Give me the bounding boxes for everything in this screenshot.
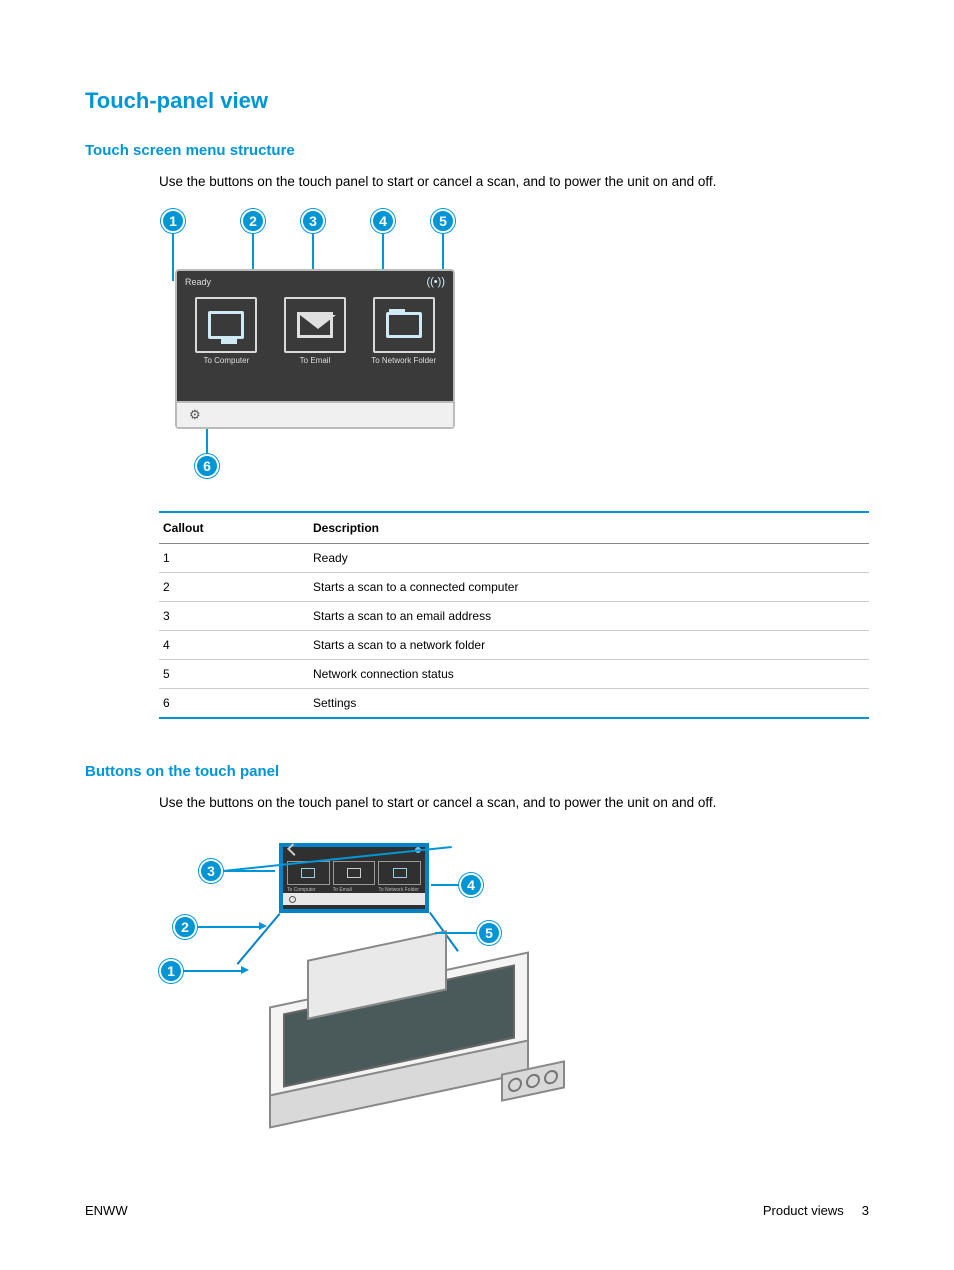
table-cell: 1 bbox=[159, 543, 309, 572]
table-row: 1 Ready bbox=[159, 543, 869, 572]
figure-touch-panel: 1 2 3 4 5 Ready ((•)) To Computer To Ema… bbox=[159, 209, 469, 489]
callout-badge-1: 1 bbox=[159, 959, 183, 983]
screen-tile-computer bbox=[287, 861, 330, 885]
table-cell: 5 bbox=[159, 659, 309, 688]
table-row: 5 Network connection status bbox=[159, 659, 869, 688]
callout-badge-4: 4 bbox=[371, 209, 395, 233]
table-cell: 2 bbox=[159, 572, 309, 601]
table-cell: Settings bbox=[309, 688, 869, 718]
table-row: 4 Starts a scan to a network folder bbox=[159, 630, 869, 659]
tile-to-computer: To Computer bbox=[185, 297, 268, 401]
subheading-buttons: Buttons on the touch panel bbox=[85, 763, 869, 780]
screen-tile-folder bbox=[378, 861, 421, 885]
device-screen-inset: To Computer To Email To Network Folder bbox=[279, 843, 429, 913]
folder-icon bbox=[386, 312, 422, 338]
monitor-icon bbox=[208, 311, 244, 339]
back-icon bbox=[287, 843, 300, 856]
monitor-icon bbox=[301, 868, 315, 878]
intro-text-b: Use the buttons on the touch panel to st… bbox=[159, 794, 869, 812]
callout-leader bbox=[435, 932, 477, 934]
cancel-icon bbox=[526, 1073, 540, 1090]
screen-tile-label: To Computer bbox=[287, 887, 330, 893]
table-cell: 4 bbox=[159, 630, 309, 659]
gear-icon: ⚙ bbox=[189, 407, 201, 423]
wifi-icon: ((•)) bbox=[426, 276, 445, 288]
scan-icon bbox=[544, 1069, 558, 1086]
table-cell: Starts a scan to an email address bbox=[309, 601, 869, 630]
callout-badge-5: 5 bbox=[477, 921, 501, 945]
figure-scanner-device: To Computer To Email To Network Folder 1… bbox=[159, 829, 559, 1119]
tile-label: To Email bbox=[300, 357, 331, 366]
callout-badge-5: 5 bbox=[431, 209, 455, 233]
callout-badge-3: 3 bbox=[199, 859, 223, 883]
callout-badge-3: 3 bbox=[301, 209, 325, 233]
screen-tile-label: To Email bbox=[333, 887, 376, 893]
page-footer: ENWW Product views 3 bbox=[85, 1203, 869, 1218]
tile-to-email: To Email bbox=[274, 297, 357, 401]
mail-icon bbox=[297, 312, 333, 338]
callout-badge-6: 6 bbox=[195, 454, 219, 478]
footer-left: ENWW bbox=[85, 1203, 128, 1218]
table-header-callout: Callout bbox=[159, 512, 309, 544]
scanner-body bbox=[269, 939, 559, 1089]
tile-to-network-folder: To Network Folder bbox=[362, 297, 445, 401]
folder-icon bbox=[393, 868, 407, 878]
callout-leader bbox=[172, 233, 174, 281]
table-row: 6 Settings bbox=[159, 688, 869, 718]
table-cell: Starts a scan to a network folder bbox=[309, 630, 869, 659]
callout-badge-1: 1 bbox=[161, 209, 185, 233]
screen-tile-label: To Network Folder bbox=[378, 887, 421, 893]
callout-arrow-icon bbox=[241, 966, 249, 974]
table-cell: Starts a scan to a connected computer bbox=[309, 572, 869, 601]
callout-badge-2: 2 bbox=[241, 209, 265, 233]
gear-icon bbox=[289, 896, 296, 903]
tile-label: To Network Folder bbox=[371, 357, 436, 366]
screen-tile-email bbox=[333, 861, 376, 885]
callout-badge-4: 4 bbox=[459, 873, 483, 897]
callout-leader bbox=[206, 429, 208, 454]
table-cell: Ready bbox=[309, 543, 869, 572]
callout-leader bbox=[197, 926, 259, 928]
callout-leader bbox=[431, 884, 459, 886]
table-header-description: Description bbox=[309, 512, 869, 544]
mail-icon bbox=[347, 868, 361, 878]
callout-table: Callout Description 1 Ready 2 Starts a s… bbox=[159, 511, 869, 719]
table-cell: 6 bbox=[159, 688, 309, 718]
tile-label: To Computer bbox=[203, 357, 249, 366]
intro-text-a: Use the buttons on the touch panel to st… bbox=[159, 173, 869, 191]
callout-arrow-icon bbox=[259, 922, 267, 930]
footer-page-number: 3 bbox=[862, 1203, 869, 1218]
callout-badge-2: 2 bbox=[173, 915, 197, 939]
subheading-menu-structure: Touch screen menu structure bbox=[85, 142, 869, 159]
panel-status-label: Ready bbox=[185, 277, 211, 287]
table-cell: Network connection status bbox=[309, 659, 869, 688]
page-title: Touch-panel view bbox=[85, 88, 869, 114]
table-row: 2 Starts a scan to a connected computer bbox=[159, 572, 869, 601]
callout-leader bbox=[183, 970, 241, 972]
power-icon bbox=[508, 1076, 522, 1093]
touch-panel-graphic: Ready ((•)) To Computer To Email To Netw… bbox=[175, 269, 455, 429]
table-row: 3 Starts a scan to an email address bbox=[159, 601, 869, 630]
footer-section: Product views bbox=[763, 1203, 844, 1218]
table-cell: 3 bbox=[159, 601, 309, 630]
